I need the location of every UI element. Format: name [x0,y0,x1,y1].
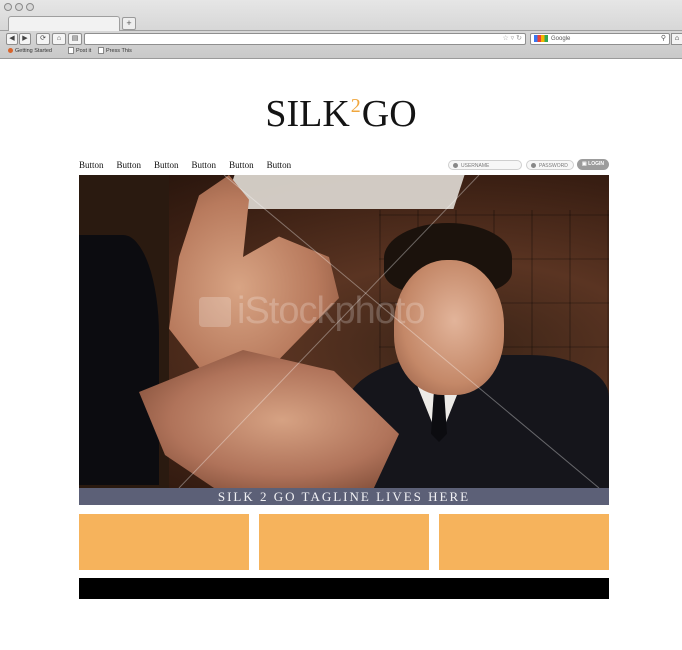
search-icon[interactable]: ⚲ [661,34,666,44]
address-bar[interactable]: ☆ ▿ ↻ [84,33,526,45]
camera-icon [199,297,231,327]
close-window-button[interactable] [4,3,12,11]
bookmark-button[interactable]: ▤ [68,33,82,45]
key-icon [531,163,536,168]
bookmark-post-it[interactable]: Post it [68,46,91,57]
site-logo[interactable]: SILK2GO [0,92,682,136]
page-icon [98,47,104,55]
nav-button-6[interactable]: Button [267,160,292,170]
password-field[interactable]: PASSWORD [526,160,574,170]
back-button[interactable]: ◀ [6,33,18,45]
username-field[interactable]: USERNAME [448,160,522,170]
navigation-toolbar: ◀ ▶ ⟳ ⌂ ▤ ☆ ▿ ↻ Google ⚲ ⌂ [0,31,682,45]
nav-button-5[interactable]: Button [229,160,254,170]
tagline-banner: SILK 2 GO TAGLINE LIVES HERE [79,488,609,505]
main-navigation: Button Button Button Button Button Butto… [79,160,304,170]
feature-box-1[interactable] [79,514,249,570]
nav-button-4[interactable]: Button [192,160,217,170]
home-icon[interactable]: ⌂ [671,33,682,45]
bookmarks-bar: Getting Started Post it Press This [0,46,682,57]
nav-button-2[interactable]: Button [117,160,142,170]
forward-button[interactable]: ▶ [19,33,31,45]
lock-icon: ▣ [582,161,587,167]
footer-bar [79,578,609,599]
nav-button-3[interactable]: Button [154,160,179,170]
minimize-window-button[interactable] [15,3,23,11]
hero-image: iStockphoto [79,175,609,488]
star-icon[interactable]: ☆ ▿ ↻ [502,34,522,44]
user-icon [453,163,458,168]
new-tab-button[interactable]: + [122,17,136,30]
search-engine-label: Google [551,36,571,42]
home-button[interactable]: ⌂ [52,33,66,45]
feature-box-2[interactable] [259,514,429,570]
zoom-window-button[interactable] [26,3,34,11]
tab-strip: + [0,14,682,31]
watermark: iStockphoto [199,290,426,333]
bookmark-press-this[interactable]: Press This [98,46,132,57]
browser-window-chrome: + ◀ ▶ ⟳ ⌂ ▤ ☆ ▿ ↻ Google ⚲ ⌂ Getting Sta… [0,0,682,59]
firefox-icon [8,48,13,54]
window-controls [4,3,34,11]
nav-button-1[interactable]: Button [79,160,104,170]
page-icon [68,47,74,55]
google-icon [534,35,548,42]
feature-box-3[interactable] [439,514,609,570]
search-box[interactable]: Google ⚲ [530,33,670,45]
browser-tab[interactable] [8,16,120,31]
login-button[interactable]: ▣ LOGIN [577,159,609,170]
bookmark-getting-started[interactable]: Getting Started [8,46,52,57]
reload-button[interactable]: ⟳ [36,33,50,45]
